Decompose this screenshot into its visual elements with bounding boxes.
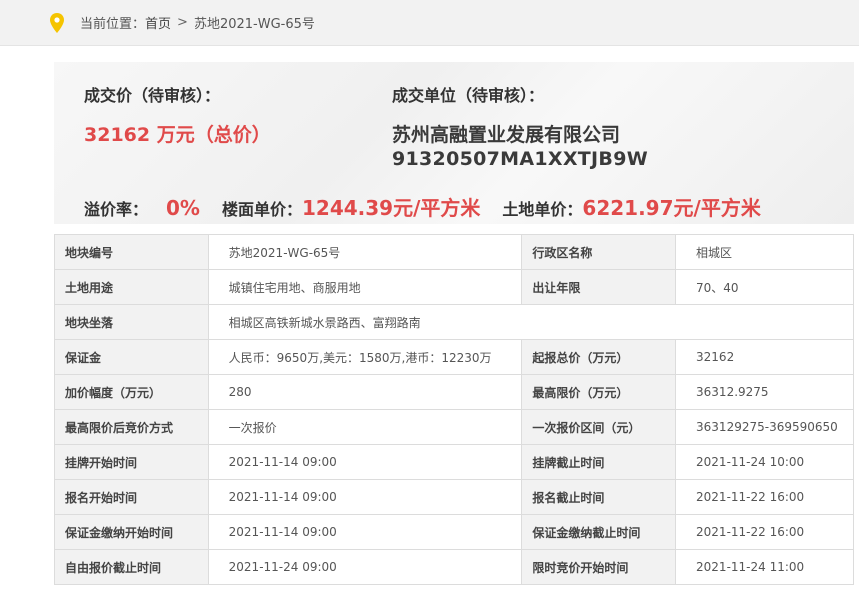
table-key: 最高限价（万元） bbox=[521, 374, 677, 410]
table-key: 保证金缴纳开始时间 bbox=[54, 514, 209, 550]
table-row: 地块坐落 相城区高铁新城水景路西、富翔路南 bbox=[54, 304, 855, 340]
table-value: 2021-11-22 16:00 bbox=[675, 514, 854, 550]
table-row: 保证金缴纳开始时间 2021-11-14 09:00 保证金缴纳截止时间 202… bbox=[54, 514, 854, 550]
table-key: 保证金 bbox=[54, 339, 209, 375]
table-row: 报名开始时间 2021-11-14 09:00 报名截止时间 2021-11-2… bbox=[54, 479, 854, 515]
winner-label: 成交单位（待审核）： bbox=[392, 86, 545, 105]
table-key: 报名开始时间 bbox=[54, 479, 209, 515]
table-value: 32162 bbox=[675, 339, 854, 375]
table-key: 土地用途 bbox=[54, 269, 209, 305]
table-value: 相城区高铁新城水景路西、富翔路南 bbox=[207, 304, 855, 340]
table-key: 自由报价截止时间 bbox=[54, 549, 209, 585]
table-key: 挂牌截止时间 bbox=[521, 444, 677, 480]
breadcrumb-current: 苏地2021-WG-65号 bbox=[193, 17, 315, 32]
table-value: 2021-11-14 09:00 bbox=[207, 514, 523, 550]
table-key: 地块坐落 bbox=[54, 304, 209, 340]
floor-price-value: 1244.39元/平方米 bbox=[302, 196, 481, 220]
table-key: 一次报价区间（元） bbox=[521, 409, 677, 445]
table-value: 2021-11-24 10:00 bbox=[675, 444, 854, 480]
table-key: 加价幅度（万元） bbox=[54, 374, 209, 410]
table-key: 出让年限 bbox=[521, 269, 677, 305]
land-info-table: 地块编号 苏地2021-WG-65号 行政区名称 相城区 土地用途 城镇住宅用地… bbox=[54, 234, 855, 585]
winner-name: 苏州高融置业发展有限公司 bbox=[392, 124, 621, 146]
table-value: 2021-11-14 09:00 bbox=[207, 479, 523, 515]
table-value: 2021-11-14 09:00 bbox=[207, 444, 523, 480]
table-key: 限时竞价开始时间 bbox=[521, 549, 677, 585]
table-value: 2021-11-24 09:00 bbox=[207, 549, 523, 585]
table-key: 行政区名称 bbox=[521, 234, 677, 270]
breadcrumb: 当前位置： 首页 > 苏地2021-WG-65号 bbox=[0, 0, 859, 46]
winner-code: 91320507MA1XXTJB9W bbox=[392, 148, 648, 170]
table-row: 土地用途 城镇住宅用地、商服用地 出让年限 70、40 bbox=[54, 269, 854, 305]
table-value: 相城区 bbox=[675, 234, 854, 270]
table-value: 2021-11-24 11:00 bbox=[675, 549, 854, 585]
table-value: 苏地2021-WG-65号 bbox=[207, 234, 523, 270]
breadcrumb-separator: > bbox=[177, 15, 188, 30]
premium-label: 溢价率： bbox=[84, 200, 149, 219]
table-value: 人民币：9650万,美元：1580万,港币：12230万 bbox=[207, 339, 523, 375]
table-value: 70、40 bbox=[675, 269, 854, 305]
table-key: 起报总价（万元） bbox=[521, 339, 677, 375]
table-value: 城镇住宅用地、商服用地 bbox=[207, 269, 523, 305]
premium-value: 0% bbox=[166, 196, 200, 220]
table-key: 报名截止时间 bbox=[521, 479, 677, 515]
deal-summary: 成交价（待审核）： 32162 万元（总价） 成交单位（待审核）： 苏州高融置业… bbox=[54, 62, 854, 224]
table-value: 2021-11-22 16:00 bbox=[675, 479, 854, 515]
table-row: 最高限价后竞价方式 一次报价 一次报价区间（元） 363129275-36959… bbox=[54, 409, 854, 445]
table-value: 36312.9275 bbox=[675, 374, 854, 410]
land-price-value: 6221.97元/平方米 bbox=[582, 196, 761, 220]
price-stats: 溢价率： 0% 楼面单价： 1244.39元/平方米 土地单价： 6221.97… bbox=[84, 192, 761, 221]
table-value: 280 bbox=[207, 374, 523, 410]
table-row: 自由报价截止时间 2021-11-24 09:00 限时竞价开始时间 2021-… bbox=[54, 549, 854, 585]
price-label: 成交价（待审核）： bbox=[84, 86, 221, 105]
table-key: 挂牌开始时间 bbox=[54, 444, 209, 480]
breadcrumb-prefix: 当前位置： bbox=[80, 17, 146, 32]
land-price-label: 土地单价： bbox=[502, 200, 583, 219]
table-row: 加价幅度（万元） 280 最高限价（万元） 36312.9275 bbox=[54, 374, 854, 410]
breadcrumb-home-link[interactable]: 首页 bbox=[145, 13, 171, 32]
table-key: 最高限价后竞价方式 bbox=[54, 409, 209, 445]
table-value: 一次报价 bbox=[207, 409, 523, 445]
table-row: 保证金 人民币：9650万,美元：1580万,港币：12230万 起报总价（万元… bbox=[54, 339, 854, 375]
table-row: 挂牌开始时间 2021-11-14 09:00 挂牌截止时间 2021-11-2… bbox=[54, 444, 854, 480]
floor-price-label: 楼面单价： bbox=[221, 200, 302, 219]
table-key: 地块编号 bbox=[54, 234, 209, 270]
table-value: 363129275-369590650 bbox=[675, 409, 854, 445]
table-row: 地块编号 苏地2021-WG-65号 行政区名称 相城区 bbox=[54, 234, 854, 270]
price-value: 32162 万元（总价） bbox=[84, 124, 271, 146]
table-key: 保证金缴纳截止时间 bbox=[521, 514, 677, 550]
location-pin-icon bbox=[50, 12, 64, 33]
